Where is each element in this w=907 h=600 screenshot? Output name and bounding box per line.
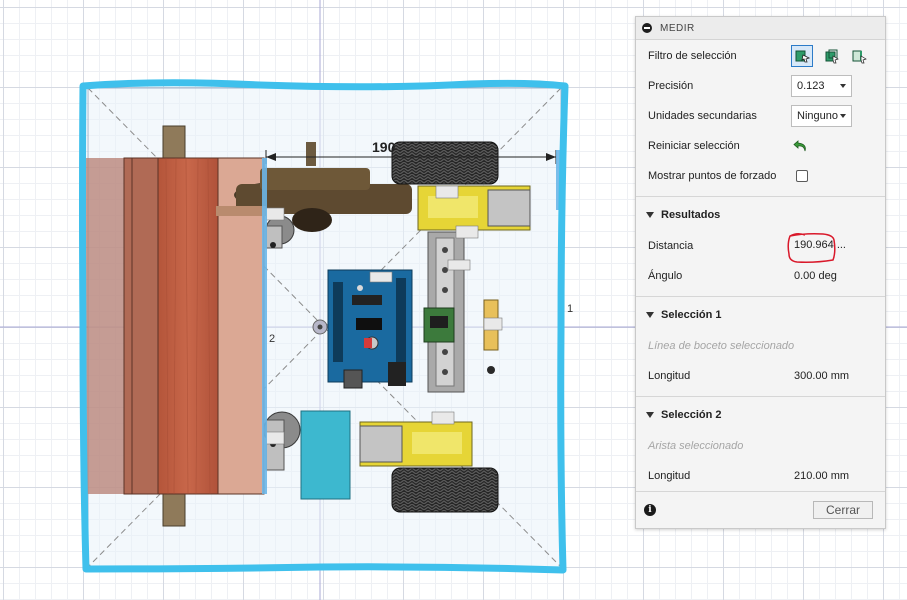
secondary-units-label: Unidades secundarias [648,110,757,122]
selection2-entity: Arista seleccionado [648,440,744,452]
selection-filter-row: Filtro de selección [636,41,885,71]
selection1-entity: Línea de boceto seleccionado [648,340,795,352]
distance-label: Distancia [648,240,694,252]
chevron-down-icon [840,114,846,118]
results-section-header[interactable]: Resultados [636,201,885,229]
arduino-board[interactable] [327,269,413,389]
expand-triangle-icon [646,212,654,218]
chassis-spine [423,231,465,393]
panel-title: MEDIR [660,22,695,34]
angle-value: 0.00 deg [794,270,837,282]
collapse-minus-icon[interactable] [642,23,652,33]
motor-bottom[interactable] [359,421,473,467]
origin-center [317,324,323,330]
results-title: Resultados [661,209,721,221]
selection1-section-header[interactable]: Selección 1 [636,301,885,329]
selection2-length-value: 210.00 mm [794,470,850,482]
expand-triangle-icon [646,312,654,318]
selection1-length-value: 300.00 mm [794,370,850,382]
precision-value: 0.123 [797,80,825,92]
filter-edge-icon[interactable] [848,45,870,67]
angle-label: Ángulo [648,270,683,282]
filter-body-icon[interactable] [791,45,813,67]
selected-edge-highlight [262,158,267,494]
angle-row: Ángulo 0.00 deg [636,261,885,291]
selection2-length-label: Longitud [648,470,691,482]
precision-label: Precisión [648,80,694,92]
selection-label-1: 1 [567,303,573,315]
panel-header[interactable]: MEDIR [636,17,885,40]
selection2-length-row: Longitud 210.00 mm [636,461,885,491]
show-snap-points-checkbox[interactable] [796,170,808,182]
expand-triangle-icon [646,412,654,418]
chevron-down-icon [840,84,846,88]
secondary-units-dropdown[interactable]: Ninguno [791,105,852,127]
filter-face-icon[interactable] [820,45,842,67]
divider [636,491,885,492]
reset-arrow-icon[interactable] [793,139,809,156]
selection2-entity-row: Arista seleccionado [636,431,885,461]
selection1-title: Selección 1 [661,309,722,321]
selection-label-2: 2 [269,333,275,345]
dimension-value-text: 190 [372,139,396,155]
motor-top[interactable] [417,185,531,231]
info-icon[interactable]: i [644,504,656,516]
secondary-units-row: Unidades secundarias Ninguno [636,101,885,131]
close-button[interactable]: Cerrar [813,501,873,519]
distance-row: Distancia 190.964 ... [636,231,885,263]
selection2-title: Selección 2 [661,409,722,421]
measure-panel: MEDIR Filtro de selección Precisión 0.12… [635,16,886,529]
precision-dropdown[interactable]: 0.123 [791,75,852,97]
divider [636,396,885,397]
tire-bottom[interactable] [391,467,499,513]
show-snap-points-row: Mostrar puntos de forzado [636,161,885,191]
tire-top[interactable] [391,141,499,185]
selection1-length-label: Longitud [648,370,691,382]
show-snap-points-label: Mostrar puntos de forzado [648,170,777,182]
reset-selection-label: Reiniciar selección [648,140,740,152]
selection-filter-label: Filtro de selección [648,50,737,62]
selection1-length-row: Longitud 300.00 mm [636,361,885,391]
precision-row: Precisión 0.123 [636,71,885,101]
selection2-section-header[interactable]: Selección 2 [636,401,885,429]
axle-top [162,125,186,161]
secondary-units-value: Ninguno [797,110,838,122]
reset-selection-row: Reiniciar selección [636,131,885,161]
divider [636,296,885,297]
axle-bottom [162,493,186,527]
selection1-entity-row: Línea de boceto seleccionado [636,331,885,361]
battery-block[interactable] [300,410,351,500]
divider [636,196,885,197]
